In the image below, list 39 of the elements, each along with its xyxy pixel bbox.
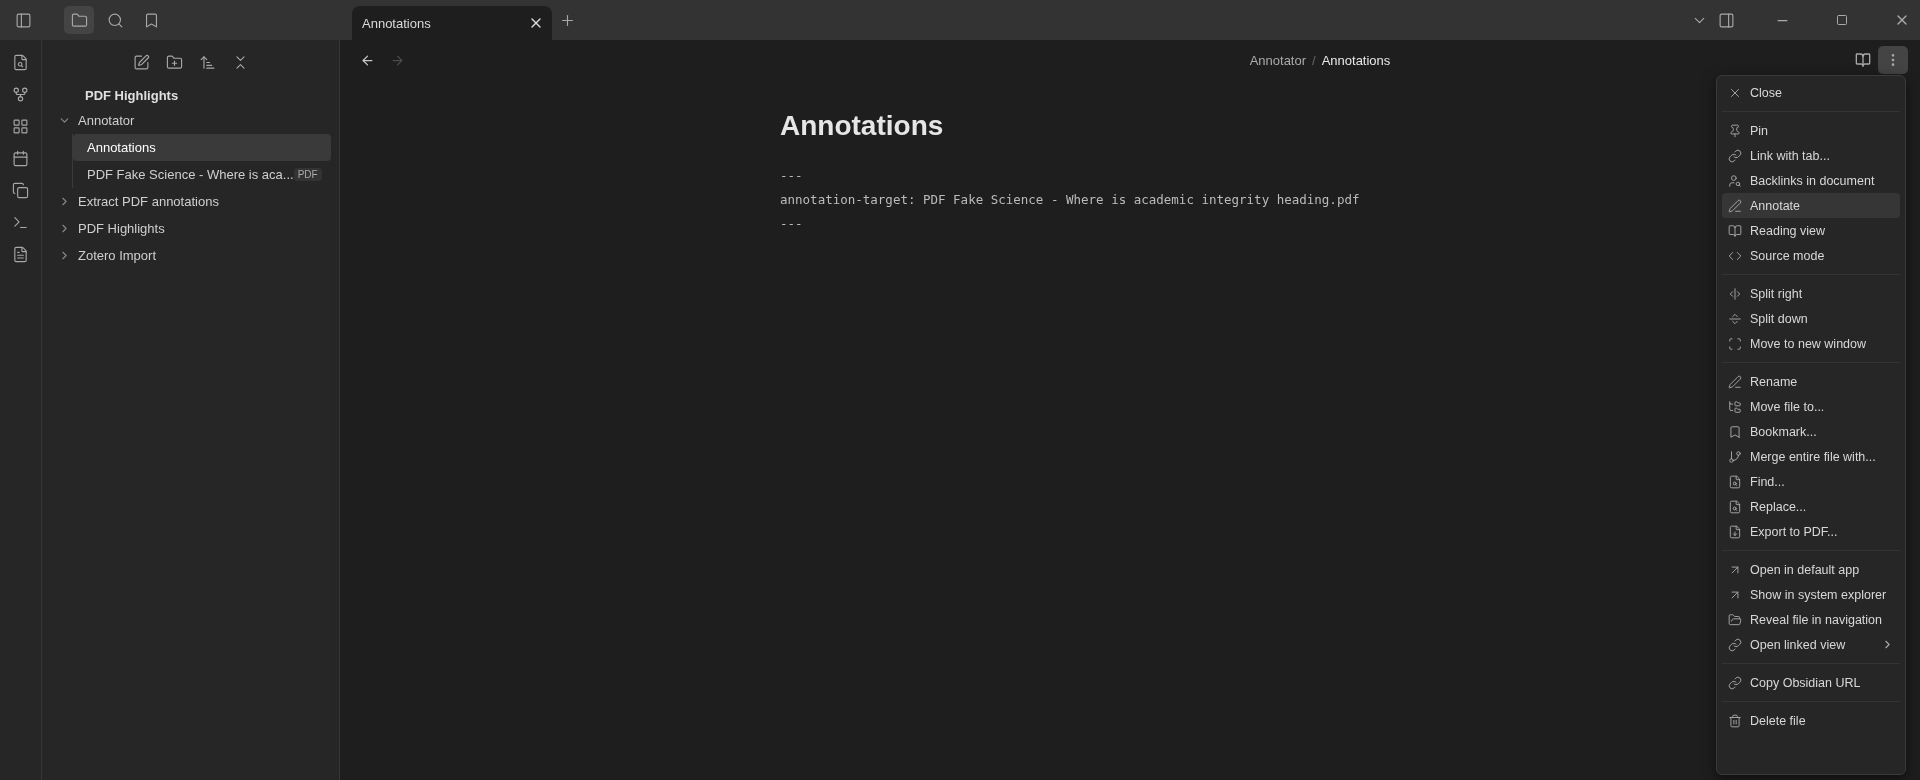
menu-item[interactable]: Export to PDF...	[1722, 519, 1900, 544]
menu-item[interactable]: Rename	[1722, 369, 1900, 394]
breadcrumb-item[interactable]: Annotations	[1321, 52, 1391, 68]
breadcrumb-item[interactable]: Annotator	[1249, 52, 1307, 68]
menu-item[interactable]: Show in system explorer	[1722, 582, 1900, 607]
breadcrumb-separator: /	[1312, 52, 1316, 68]
frontmatter-line: ---	[780, 167, 804, 185]
menu-item[interactable]: Open in default app	[1722, 557, 1900, 582]
frontmatter-line: annotation-target: PDF Fake Science - Where is academic integrity heading.pdf	[780, 191, 1361, 209]
folder-item[interactable]: PDF Highlights	[58, 215, 331, 242]
folder-item[interactable]: Extract PDF annotations	[58, 188, 331, 215]
folder-item[interactable]: Zotero Import	[58, 242, 331, 269]
frontmatter-line: ---	[780, 215, 804, 233]
menu-item[interactable]: Move file to...	[1722, 394, 1900, 419]
menu-item[interactable]: Replace...	[1722, 494, 1900, 519]
file-type-badge: PDF	[293, 168, 322, 181]
menu-item[interactable]: Split right	[1722, 281, 1900, 306]
menu-item[interactable]: Bookmark...	[1722, 419, 1900, 444]
menu-item[interactable]: Find...	[1722, 469, 1900, 494]
folder-item[interactable]: Annotator	[58, 107, 331, 134]
tab[interactable]: Annotations	[352, 6, 552, 40]
menu-item[interactable]: Copy Obsidian URL	[1722, 670, 1900, 695]
menu-item[interactable]: Reading view	[1722, 218, 1900, 243]
file-item[interactable]: PDF Fake Science - Where is aca... PDF	[73, 161, 331, 188]
menu-item[interactable]: Link with tab...	[1722, 143, 1900, 168]
menu-item[interactable]: Merge entire file with...	[1722, 444, 1900, 469]
menu-item[interactable]: Pin	[1722, 118, 1900, 143]
menu-item[interactable]: Annotate	[1722, 193, 1900, 218]
menu-item[interactable]: Reveal file in navigation	[1722, 607, 1900, 632]
note-title: Annotations	[780, 110, 945, 142]
menu-item[interactable]: Move to new window	[1722, 331, 1900, 356]
menu-item[interactable]: Open linked view	[1722, 632, 1900, 657]
menu-item[interactable]: Close	[1722, 80, 1900, 105]
menu-item[interactable]: Backlinks in document	[1722, 168, 1900, 193]
vault-name: PDF Highlights	[84, 87, 180, 105]
menu-item[interactable]: Split down	[1722, 306, 1900, 331]
menu-item[interactable]: Delete file	[1722, 708, 1900, 733]
menu-item[interactable]: Source mode	[1722, 243, 1900, 268]
file-item[interactable]: Annotations	[73, 134, 331, 161]
